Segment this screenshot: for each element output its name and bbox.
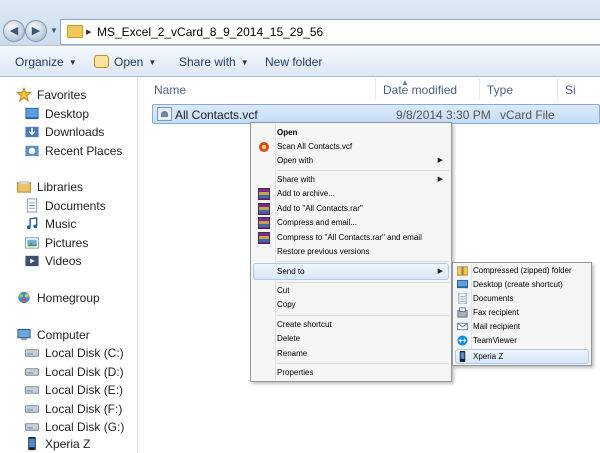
back-arrow-icon: ◀ xyxy=(9,25,19,37)
menu-item-send-to[interactable]: Send to ▶ xyxy=(253,265,449,279)
menu-separator xyxy=(277,170,449,171)
send-to-documents[interactable]: Documents xyxy=(455,292,589,306)
new-folder-button[interactable]: New folder xyxy=(265,55,322,69)
teamviewer-icon xyxy=(457,335,468,346)
videos-icon xyxy=(25,255,39,267)
desktop-icon xyxy=(457,279,468,289)
menu-item-rename[interactable]: Rename xyxy=(253,347,449,361)
send-to-fax-recipient[interactable]: Fax recipient xyxy=(455,306,589,320)
dropdown-icon: ▼ xyxy=(148,58,157,68)
back-button[interactable]: ◀ xyxy=(3,20,25,42)
hard-disk-icon xyxy=(24,386,40,394)
recent-places-icon xyxy=(25,145,39,157)
open-button[interactable]: Open ▼ xyxy=(94,55,156,69)
downloads-icon xyxy=(25,126,39,138)
menu-item-add-to-archive[interactable]: Add to archive... xyxy=(253,187,449,201)
breadcrumb-chevron-icon[interactable]: ▸ xyxy=(86,25,92,38)
hard-disk-icon xyxy=(24,368,40,376)
menu-item-add-to-rar[interactable]: Add to "All Contacts.rar" xyxy=(253,202,449,216)
column-header-date-modified[interactable]: Date modified xyxy=(383,83,457,97)
pictures-icon xyxy=(24,237,40,249)
submenu-arrow-icon: ▶ xyxy=(437,268,443,275)
hard-disk-icon xyxy=(24,423,40,431)
open-app-icon xyxy=(94,55,109,68)
documents-icon xyxy=(458,293,467,304)
menu-item-share-with[interactable]: Share with ▶ xyxy=(253,173,449,187)
forward-button[interactable]: ▶ xyxy=(25,20,47,42)
send-to-teamviewer[interactable]: TeamViewer xyxy=(455,334,589,348)
navigation-pane[interactable]: Favorites Desktop Downloads Recent Place… xyxy=(0,78,138,453)
share-with-button[interactable]: Share with ▼ xyxy=(179,55,249,69)
menu-separator xyxy=(277,261,449,262)
organize-label: Organize xyxy=(15,55,64,69)
column-header-name[interactable]: Name xyxy=(154,83,186,97)
dropdown-icon: ▼ xyxy=(240,58,249,68)
submenu-arrow-icon: ▶ xyxy=(437,157,443,164)
vcard-file-icon xyxy=(157,107,172,121)
hard-disk-icon xyxy=(24,349,40,357)
send-to-compressed-folder[interactable]: Compressed (zipped) folder xyxy=(455,264,589,278)
phone-icon xyxy=(28,436,36,451)
recent-pages-dropdown-icon[interactable]: ▼ xyxy=(50,26,58,35)
column-header-size[interactable]: Si xyxy=(565,83,576,97)
computer-icon xyxy=(17,328,31,341)
fax-icon xyxy=(457,307,468,318)
winrar-icon xyxy=(258,188,270,200)
file-row-all-contacts[interactable]: All Contacts.vcf 9/8/2014 3:30 PM vCard … xyxy=(152,104,600,124)
zip-folder-icon xyxy=(457,266,468,276)
address-box[interactable]: ▸ MS_Excel_2_vCard_8_9_2014_15_29_56 xyxy=(60,19,600,45)
star-icon xyxy=(16,87,32,102)
organize-button[interactable]: Organize ▼ xyxy=(15,55,77,69)
column-header-type[interactable]: Type xyxy=(487,83,513,97)
send-to-xperia-z[interactable]: Xperia Z xyxy=(455,350,589,364)
share-with-label: Share with xyxy=(179,55,236,69)
menu-item-properties[interactable]: Properties xyxy=(253,366,449,380)
file-name: All Contacts.vcf xyxy=(175,108,258,122)
menu-separator xyxy=(277,315,449,316)
forward-arrow-icon: ▶ xyxy=(31,25,41,37)
column-divider[interactable] xyxy=(375,78,376,100)
menu-item-open-with[interactable]: Open with ▶ xyxy=(253,154,449,168)
phone-icon xyxy=(459,351,466,362)
antivirus-icon xyxy=(259,142,269,152)
mail-icon xyxy=(457,322,468,331)
homegroup-icon xyxy=(18,291,30,304)
command-bar: Organize ▼ Open ▼ Share with ▼ New folder xyxy=(0,47,600,77)
send-to-desktop[interactable]: Desktop (create shortcut) xyxy=(455,278,589,292)
menu-item-restore-previous-versions[interactable]: Restore previous versions xyxy=(253,245,449,259)
libraries-icon xyxy=(16,180,32,193)
winrar-icon xyxy=(258,217,270,229)
hard-disk-icon xyxy=(24,405,40,413)
menu-separator xyxy=(277,282,449,283)
file-type: vCard File xyxy=(500,108,555,122)
open-label: Open xyxy=(114,55,144,69)
menu-item-scan[interactable]: Scan All Contacts.vcf xyxy=(253,140,449,154)
menu-separator xyxy=(277,363,449,364)
menu-item-compress-email[interactable]: Compress and email... xyxy=(253,216,449,230)
menu-item-open[interactable]: Open xyxy=(253,126,449,140)
winrar-icon xyxy=(258,203,270,215)
menu-item-copy[interactable]: Copy xyxy=(253,298,449,312)
documents-icon xyxy=(26,198,38,213)
winrar-icon xyxy=(258,232,270,244)
column-divider[interactable] xyxy=(557,78,558,100)
send-to-mail-recipient[interactable]: Mail recipient xyxy=(455,320,589,334)
dropdown-icon: ▼ xyxy=(68,58,77,68)
column-divider[interactable] xyxy=(479,78,480,100)
menu-item-compress-rar-email[interactable]: Compress to "All Contacts.rar" and email xyxy=(253,231,449,245)
desktop-icon xyxy=(25,107,39,120)
address-bar-area: ◀ ▶ ▼ ▸ MS_Excel_2_vCard_8_9_2014_15_29_… xyxy=(0,0,600,46)
address-path[interactable]: MS_Excel_2_vCard_8_9_2014_15_29_56 xyxy=(97,25,323,39)
submenu-arrow-icon: ▶ xyxy=(437,176,443,183)
context-menu: Open Scan All Contacts.vcf Open with ▶ Sh… xyxy=(250,122,452,382)
file-date-modified: 9/8/2014 3:30 PM xyxy=(396,108,491,122)
folder-icon xyxy=(67,25,83,38)
menu-item-cut[interactable]: Cut xyxy=(253,284,449,298)
send-to-submenu: Compressed (zipped) folder Desktop (crea… xyxy=(452,262,592,366)
menu-item-delete[interactable]: Delete xyxy=(253,332,449,346)
menu-item-create-shortcut[interactable]: Create shortcut xyxy=(253,318,449,332)
music-icon xyxy=(26,217,38,230)
